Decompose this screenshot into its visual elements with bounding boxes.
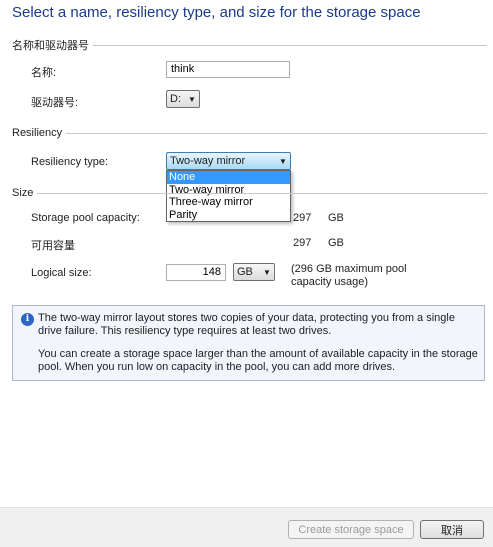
- section-label: 名称和驱动器号: [12, 40, 89, 52]
- create-storage-space-button[interactable]: Create storage space: [288, 520, 414, 539]
- section-resiliency: Resiliency: [12, 126, 487, 140]
- name-input[interactable]: think: [166, 61, 290, 78]
- info-text-line: drive failure. This resiliency type requ…: [38, 324, 332, 337]
- resiliency-type-select[interactable]: Two-way mirror ▼: [166, 152, 291, 170]
- info-box: i The two-way mirror layout stores two c…: [12, 305, 485, 381]
- logical-size-input[interactable]: 148: [166, 264, 226, 281]
- divider: [37, 192, 487, 194]
- info-icon: i: [21, 313, 34, 326]
- footer-bar: Create storage space 取消: [0, 507, 493, 547]
- logical-size-unit-value: GB: [237, 266, 253, 278]
- max-capacity-note-cont: capacity usage): [291, 276, 369, 288]
- logical-size-unit-select[interactable]: GB ▼: [233, 263, 275, 281]
- name-label: 名称:: [31, 67, 57, 79]
- info-text-line: You can create a storage space larger th…: [38, 348, 478, 360]
- chevron-down-icon: ▼: [279, 156, 287, 166]
- section-label: Size: [12, 187, 34, 199]
- max-capacity-note: (296 GB maximum pool: [291, 263, 407, 275]
- chevron-down-icon: ▼: [188, 94, 196, 104]
- available-capacity-label: 可用容量: [31, 240, 75, 252]
- info-text-line: The two-way mirror layout stores two cop…: [38, 312, 455, 324]
- resiliency-type-value: Two-way mirror: [170, 155, 246, 167]
- divider: [93, 44, 487, 46]
- available-capacity-unit: GB: [328, 237, 344, 249]
- available-capacity-value: 297: [293, 237, 312, 249]
- logical-size-label: Logical size:: [31, 267, 92, 279]
- resiliency-type-label: Resiliency type:: [31, 156, 109, 168]
- pool-capacity-value: 297: [293, 212, 312, 224]
- resiliency-option-none[interactable]: None: [167, 171, 290, 184]
- page-title: Select a name, resiliency type, and size…: [12, 4, 421, 21]
- info-text-line: pool. When you run low on capacity in th…: [38, 360, 396, 373]
- chevron-down-icon: ▼: [263, 267, 271, 277]
- divider: [66, 132, 487, 134]
- pool-capacity-label: Storage pool capacity:: [31, 212, 140, 224]
- section-name-drive: 名称和驱动器号: [12, 38, 487, 52]
- drive-letter-value: D:: [170, 93, 181, 105]
- drive-letter-label: 驱动器号:: [31, 97, 79, 109]
- section-label: Resiliency: [12, 127, 63, 139]
- resiliency-option-parity[interactable]: Parity: [167, 209, 290, 222]
- section-size: Size: [12, 186, 487, 200]
- cancel-button[interactable]: 取消: [420, 520, 484, 539]
- drive-letter-select[interactable]: D: ▼: [166, 90, 200, 108]
- pool-capacity-unit: GB: [328, 212, 344, 224]
